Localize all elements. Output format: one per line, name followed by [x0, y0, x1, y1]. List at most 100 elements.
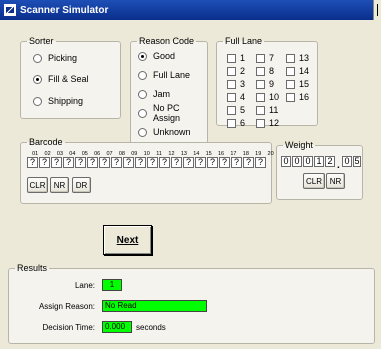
lane-checkbox-1[interactable]: 1	[227, 52, 245, 64]
decision-time-unit: seconds	[136, 323, 166, 332]
barcode-char-box[interactable]: ?	[219, 157, 230, 168]
barcode-char-box[interactable]: ?	[207, 157, 218, 168]
reason-option-good[interactable]: Good	[138, 50, 175, 62]
lane-checkbox-14[interactable]: 14	[286, 65, 309, 77]
barcode-char-box[interactable]: ?	[123, 157, 134, 168]
checkbox-icon[interactable]	[286, 92, 295, 102]
barcode-char-box[interactable]: ?	[63, 157, 74, 168]
lane-number: 6	[240, 118, 246, 128]
barcode-char-box[interactable]: ?	[243, 157, 254, 168]
barcode-char-box[interactable]: ?	[231, 157, 242, 168]
checkbox-icon[interactable]	[286, 79, 295, 89]
weight-decimal-box[interactable]: 5	[353, 156, 361, 167]
barcode-char-box[interactable]: ?	[75, 157, 86, 168]
checkbox-icon[interactable]	[227, 118, 236, 128]
reason-option-no-pc-assign[interactable]: No PC Assign	[138, 103, 207, 123]
results-group: Results Lane: 1 Assign Reason: No Read D…	[8, 263, 375, 344]
barcode-char-box[interactable]: ?	[183, 157, 194, 168]
reason-option-full-lane[interactable]: Full Lane	[138, 69, 190, 81]
weight-digit-box[interactable]: 1	[314, 156, 324, 167]
barcode-char-box[interactable]: ?	[27, 157, 38, 168]
barcode-char-box[interactable]: ?	[99, 157, 110, 168]
barcode-char-box[interactable]: ?	[39, 157, 50, 168]
weight-clr-button[interactable]: CLR	[303, 173, 325, 189]
checkbox-icon[interactable]	[227, 79, 236, 89]
radio-button-icon[interactable]	[138, 70, 147, 80]
checkbox-icon[interactable]	[256, 118, 265, 128]
checkbox-icon[interactable]	[256, 105, 265, 115]
barcode-char-box[interactable]: ?	[195, 157, 206, 168]
barcode-char-box[interactable]: ?	[87, 157, 98, 168]
lane-checkbox-8[interactable]: 8	[256, 65, 274, 77]
lane-checkbox-16[interactable]: 16	[286, 91, 309, 103]
lane-number: 4	[240, 92, 246, 102]
window-title: Scanner Simulator	[20, 4, 109, 16]
lane-checkbox-13[interactable]: 13	[286, 52, 309, 64]
decision-time-value: 0.000	[102, 321, 132, 333]
lane-checkbox-2[interactable]: 2	[227, 65, 245, 77]
radio-button-selected-icon[interactable]	[33, 74, 42, 84]
lane-label: Lane:	[74, 281, 95, 290]
checkbox-icon[interactable]	[256, 79, 265, 89]
checkbox-icon[interactable]	[256, 66, 265, 76]
lane-checkbox-10[interactable]: 10	[256, 91, 279, 103]
weight-nr-button[interactable]: NR	[326, 173, 345, 189]
lane-checkbox-11[interactable]: 11	[256, 104, 278, 116]
lane-number: 2	[240, 66, 246, 76]
reason-option-label: Unknown	[153, 127, 191, 137]
barcode-char-box[interactable]: ?	[171, 157, 182, 168]
radio-button-icon[interactable]	[138, 89, 147, 99]
results-legend: Results	[17, 263, 48, 273]
reason-code-group: Reason Code Good Full Lane Jam No PC Ass…	[130, 36, 208, 151]
weight-digit-box[interactable]: 0	[303, 156, 313, 167]
barcode-nr-button[interactable]: NR	[50, 177, 69, 193]
barcode-dr-button[interactable]: DR	[72, 177, 91, 193]
checkbox-icon[interactable]	[227, 92, 236, 102]
lane-number: 8	[269, 66, 275, 76]
assign-reason-label: Assign Reason:	[38, 302, 95, 311]
sorter-option-fill-seal[interactable]: Fill & Seal	[33, 73, 89, 85]
barcode-char-box[interactable]: ?	[159, 157, 170, 168]
lane-checkbox-6[interactable]: 6	[227, 117, 245, 129]
barcode-char-box[interactable]: ?	[135, 157, 146, 168]
lane-checkbox-15[interactable]: 15	[286, 78, 309, 90]
checkbox-icon[interactable]	[286, 53, 295, 63]
weight-group: Weight 0 0 0 1 2 . 0 5 CLR NR	[276, 140, 363, 200]
checkbox-icon[interactable]	[227, 105, 236, 115]
radio-button-icon[interactable]	[138, 127, 147, 137]
lane-checkbox-4[interactable]: 4	[227, 91, 245, 103]
barcode-char-box[interactable]: ?	[111, 157, 122, 168]
weight-digit-box[interactable]: 0	[281, 156, 291, 167]
weight-digit-box[interactable]: 0	[292, 156, 302, 167]
title-bar[interactable]: Scanner Simulator	[0, 0, 381, 20]
sorter-legend: Sorter	[29, 36, 54, 46]
lane-number: 3	[240, 79, 246, 89]
lane-checkbox-9[interactable]: 9	[256, 78, 274, 90]
sorter-option-picking[interactable]: Picking	[33, 52, 77, 64]
lane-checkbox-5[interactable]: 5	[227, 104, 245, 116]
checkbox-icon[interactable]	[286, 66, 295, 76]
lane-checkbox-7[interactable]: 7	[256, 52, 274, 64]
lane-checkbox-12[interactable]: 12	[256, 117, 279, 129]
barcode-char-box[interactable]: ?	[255, 157, 266, 168]
checkbox-icon[interactable]	[256, 92, 265, 102]
barcode-clr-button[interactable]: CLR	[27, 177, 48, 193]
reason-option-label: Jam	[153, 89, 171, 99]
radio-button-selected-icon[interactable]	[138, 51, 147, 61]
weight-decimal-box[interactable]: 0	[342, 156, 352, 167]
next-button[interactable]: Next	[103, 225, 152, 255]
barcode-char-box[interactable]: ?	[147, 157, 158, 168]
decision-time-label: Decision Time:	[42, 323, 95, 332]
checkbox-icon[interactable]	[227, 66, 236, 76]
checkbox-icon[interactable]	[227, 53, 236, 63]
lane-checkbox-3[interactable]: 3	[227, 78, 245, 90]
barcode-char-box[interactable]: ?	[51, 157, 62, 168]
radio-button-icon[interactable]	[33, 53, 42, 63]
radio-button-icon[interactable]	[33, 96, 42, 106]
reason-option-jam[interactable]: Jam	[138, 88, 170, 100]
reason-option-label: Good	[153, 51, 176, 61]
sorter-option-shipping[interactable]: Shipping	[33, 95, 83, 107]
weight-digit-box[interactable]: 2	[325, 156, 335, 167]
checkbox-icon[interactable]	[256, 53, 265, 63]
radio-button-icon[interactable]	[138, 108, 147, 118]
